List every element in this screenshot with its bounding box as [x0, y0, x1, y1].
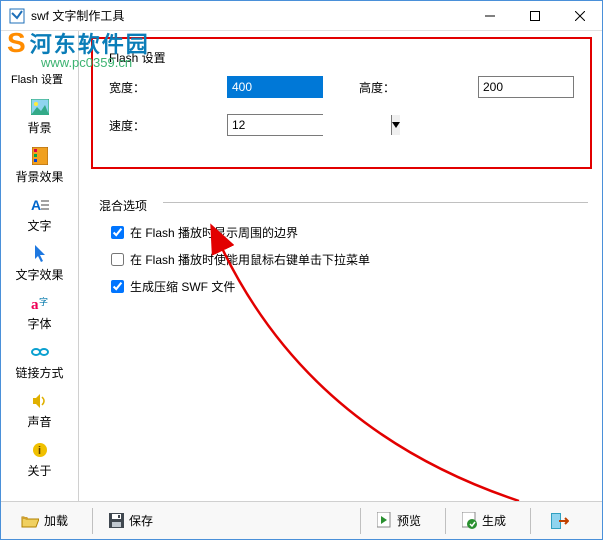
- app-icon: [9, 8, 25, 24]
- speed-select[interactable]: [227, 114, 323, 136]
- sidebar: Flash 设置 背景 背景效果 A 文字 文字效果 a字 字体: [1, 31, 79, 501]
- flash-settings-group: Flash 设置 宽度： 高度： 速度：: [91, 37, 592, 169]
- sidebar-item-background[interactable]: 背景: [1, 93, 78, 142]
- sidebar-item-about[interactable]: i 关于: [1, 436, 78, 485]
- width-label: 宽度：: [103, 79, 167, 96]
- svg-text:A: A: [31, 197, 41, 213]
- text-icon: A: [30, 195, 50, 215]
- folder-open-icon: [21, 514, 39, 528]
- option-label: 生成压缩 SWF 文件: [130, 278, 235, 295]
- sidebar-item-label: 背景效果: [15, 168, 63, 185]
- window-title: swf 文字制作工具: [31, 7, 467, 24]
- sidebar-item-label: 文字效果: [15, 266, 63, 283]
- sidebar-item-font[interactable]: a字 字体: [1, 289, 78, 338]
- close-button[interactable]: [557, 1, 602, 30]
- button-label: 生成: [482, 512, 506, 529]
- minimize-button[interactable]: [467, 1, 512, 30]
- sidebar-item-link[interactable]: 链接方式: [1, 338, 78, 387]
- separator: [360, 508, 361, 534]
- separator: [530, 508, 531, 534]
- save-button[interactable]: 保存: [99, 508, 163, 534]
- sidebar-item-label: 关于: [27, 462, 51, 479]
- generate-icon: [462, 512, 477, 529]
- sidebar-item-sound[interactable]: 声音: [1, 387, 78, 436]
- svg-text:a: a: [31, 297, 39, 311]
- button-label: 保存: [129, 512, 153, 529]
- preview-button[interactable]: 预览: [367, 508, 431, 534]
- button-label: 加载: [44, 512, 68, 529]
- info-icon: i: [30, 440, 50, 460]
- separator: [92, 508, 93, 534]
- speed-label: 速度：: [103, 117, 167, 134]
- titlebar: swf 文字制作工具: [1, 1, 602, 31]
- bottom-toolbar: 加载 保存 预览 生成: [1, 501, 602, 539]
- height-input[interactable]: [478, 76, 574, 98]
- save-icon: [109, 513, 124, 528]
- sidebar-item-label: 声音: [27, 413, 51, 430]
- preview-icon: [377, 512, 392, 529]
- sidebar-header: Flash 设置: [1, 67, 78, 93]
- sound-icon: [30, 391, 50, 411]
- chevron-down-icon[interactable]: [391, 115, 400, 135]
- app-window: swf 文字制作工具 S河东软件园 www.pc0359.cn Flash 设置…: [0, 0, 603, 540]
- font-icon: a字: [30, 293, 50, 313]
- exit-icon: [551, 513, 569, 529]
- link-icon: [30, 342, 50, 362]
- checkbox-show-border[interactable]: [111, 226, 124, 239]
- film-icon: [30, 146, 50, 166]
- mix-options-title: 混合选项: [99, 197, 147, 214]
- exit-button[interactable]: [541, 508, 584, 534]
- separator: [445, 508, 446, 534]
- option-show-border[interactable]: 在 Flash 播放时显示周围的边界: [111, 224, 588, 241]
- height-label: 高度：: [353, 79, 409, 96]
- svg-text:字: 字: [39, 296, 48, 307]
- option-label: 在 Flash 播放时显示周围的边界: [130, 224, 298, 241]
- option-label: 在 Flash 播放时使能用鼠标右键单击下拉菜单: [130, 251, 370, 268]
- sidebar-item-text[interactable]: A 文字: [1, 191, 78, 240]
- flash-settings-title: Flash 设置: [109, 49, 580, 66]
- maximize-button[interactable]: [512, 1, 557, 30]
- image-icon: [30, 97, 50, 117]
- cursor-icon: [30, 244, 50, 264]
- sidebar-item-label: 链接方式: [15, 364, 63, 381]
- sidebar-item-background-effect[interactable]: 背景效果: [1, 142, 78, 191]
- checkbox-right-click-menu[interactable]: [111, 253, 124, 266]
- svg-text:i: i: [38, 445, 41, 457]
- speed-input[interactable]: [228, 115, 391, 135]
- sidebar-item-label: 字体: [27, 315, 51, 332]
- button-label: 预览: [397, 512, 421, 529]
- divider: [163, 202, 588, 203]
- checkbox-compress-swf[interactable]: [111, 280, 124, 293]
- sidebar-item-label: 背景: [27, 119, 51, 136]
- load-button[interactable]: 加载: [11, 508, 78, 534]
- sidebar-item-text-effect[interactable]: 文字效果: [1, 240, 78, 289]
- width-input[interactable]: [227, 76, 323, 98]
- option-right-click-menu[interactable]: 在 Flash 播放时使能用鼠标右键单击下拉菜单: [111, 251, 588, 268]
- generate-button[interactable]: 生成: [452, 508, 516, 534]
- sidebar-item-label: 文字: [27, 217, 51, 234]
- main-panel: Flash 设置 宽度： 高度： 速度：: [79, 31, 602, 501]
- option-compress-swf[interactable]: 生成压缩 SWF 文件: [111, 278, 588, 295]
